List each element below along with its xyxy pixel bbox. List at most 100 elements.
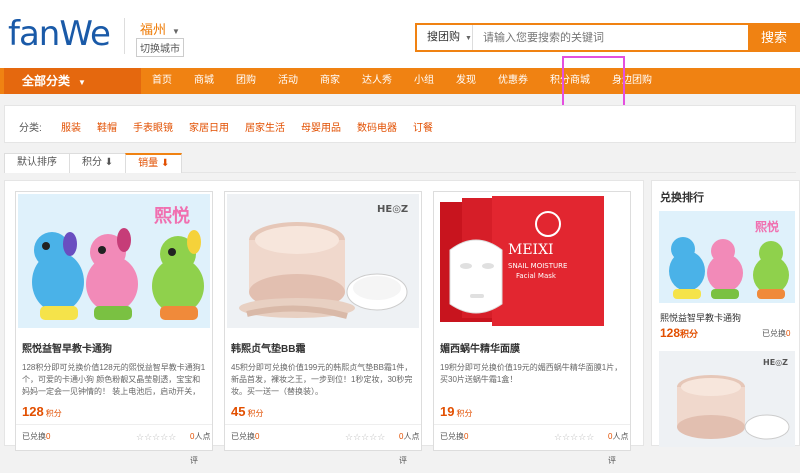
category-label: 分类: [19,123,42,134]
svg-text:HE◎Z: HE◎Z [377,204,408,215]
exchanged-count: 已兑换0 [231,425,259,449]
points-unit: 积分 [456,409,473,418]
svg-text:熙悦: 熙悦 [755,219,779,234]
city-selector[interactable]: 福州 ▼ [140,19,180,38]
category-items: 服装 鞋帽 手表眼镜 家居日用 居家生活 母婴用品 数码电器 订餐 [61,119,449,134]
product-image-toy-dogs[interactable]: 熙悦 [18,194,210,328]
search-type-label: 搜团购 [427,31,460,43]
product-image-face-mask[interactable]: MEIXI SNAIL MOISTURE Facial Mask [436,194,628,328]
svg-text:熙悦: 熙悦 [154,205,190,227]
review-count[interactable]: 0人点评 [190,425,212,473]
header: fanWe 福州 ▼ 切换城市 搜团购 ▼ 搜索 [0,0,800,68]
sort-bar: 默认排序 积分 ⬇ 销量 ⬇ [4,153,796,173]
sidebar-title: 兑换排行 [660,192,704,204]
nav-item-showcase[interactable]: 达人秀 [351,68,403,94]
rating-stars-icon: ☆☆☆☆☆ [136,432,177,442]
points-unit: 积分 [45,409,62,418]
nav-item-discover[interactable]: 发现 [445,68,487,94]
search-type-select[interactable]: 搜团购 ▼ [417,25,473,50]
product-name[interactable]: 媚西蜗牛精华面膜 [440,340,520,355]
sort-default-tab[interactable]: 默认排序 [4,153,70,173]
review-count[interactable]: 0人点评 [608,425,630,473]
nav-item-merchants[interactable]: 商家 [309,68,351,94]
review-label: 人点评 [399,432,420,465]
nav-item-mall[interactable]: 商城 [183,68,225,94]
all-categories-label: 全部分类 [22,74,71,88]
switch-city-button[interactable]: 切换城市 [136,38,184,57]
product-points: 128 积分 [22,404,62,419]
product-description: 45积分即可兑换价值199元的韩熙贞气垫BB霜1件，新品首发，裸妆之王，一步到位… [231,363,413,396]
rating-stars-icon: ☆☆☆☆☆ [554,432,595,442]
main-nav: 全部分类 ▼ 首页 商城 团购 活动 商家 达人秀 小组 发现 优惠券 积分商城 … [0,68,800,94]
exchange-ranking-sidebar: 兑换排行 熙悦 熙悦益智早教卡通狗 128积分 已兑换0 HE◎Z [651,180,800,447]
product-footer: 已兑换0 ☆☆☆☆☆ 0 人点评 [16,424,212,465]
category-household[interactable]: 家居日用 [189,119,229,134]
exchanged-value: 0 [464,432,469,441]
svg-text:Facial Mask: Facial Mask [516,272,557,280]
product-points: 19 积分 [440,404,472,419]
exchanged-label: 已兑换 [440,432,464,441]
category-digital[interactable]: 数码电器 [357,119,397,134]
all-categories-button[interactable]: 全部分类 ▼ [4,68,141,94]
product-grid: 熙悦 熙悦益智早教卡通狗 128积分即可兑换价值128元的熙悦益智早教卡通狗1个… [4,180,644,465]
svg-text:SNAIL MOISTURE: SNAIL MOISTURE [508,262,567,270]
search-bar: 搜团购 ▼ 搜索 [415,23,800,52]
exchanged-count: 已兑换0 [440,425,468,449]
category-food-order[interactable]: 订餐 [413,119,433,134]
product-card[interactable]: MEIXI SNAIL MOISTURE Facial Mask 媚西蜗牛精华面… [433,191,631,465]
category-mother-baby[interactable]: 母婴用品 [301,119,341,134]
category-home-living[interactable]: 居家生活 [245,119,285,134]
points-value: 19 [440,404,455,419]
points-unit: 积分 [247,409,264,418]
product-name[interactable]: 熙悦益智早教卡通狗 [22,340,112,355]
ranking-item-points: 128积分 [660,326,698,340]
sort-points-tab[interactable]: 积分 ⬇ [69,153,127,173]
rating-stars-icon: ☆☆☆☆☆ [345,432,386,442]
points-value: 128 [22,404,44,419]
ranking-image-bb-cushion[interactable]: HE◎Z [659,351,795,447]
exchanged-label: 已兑换 [231,432,255,441]
exchanged-label: 已兑换 [22,432,46,441]
product-description: 128积分即可兑换价值128元的熙悦益智早教卡通狗1个，可爱的卡通小狗 颜色粉靓… [22,363,206,396]
product-card[interactable]: HE◎Z 韩熙贞气垫BB霜 45积分即可兑换价值199元的韩熙贞气垫BB霜1件，… [224,191,422,465]
sort-sales-tab[interactable]: 销量 ⬇ [125,153,183,173]
caret-down-icon: ▼ [78,78,86,87]
category-watches-glasses[interactable]: 手表眼镜 [133,119,173,134]
exchanged-value: 0 [786,329,791,338]
fanwe-logo[interactable]: fanWe [8,14,111,54]
points-unit: 积分 [680,329,699,339]
svg-text:HE◎Z: HE◎Z [763,358,788,367]
points-mall-highlight-box [562,56,625,110]
points-value: 128 [660,326,681,340]
nav-item-coupons[interactable]: 优惠券 [487,68,539,94]
nav-item-events[interactable]: 活动 [267,68,309,94]
nav-item-group-buy[interactable]: 团购 [225,68,267,94]
logo-separator [124,18,125,54]
review-label: 人点评 [608,432,629,465]
product-image-bb-cushion[interactable]: HE◎Z [227,194,419,328]
product-name[interactable]: 韩熙贞气垫BB霜 [231,340,305,355]
caret-down-icon: ▼ [172,27,180,36]
city-name: 福州 [140,22,167,37]
category-filter-bar: 分类: 服装 鞋帽 手表眼镜 家居日用 居家生活 母婴用品 数码电器 订餐 [4,105,796,143]
ranking-image-toy-dogs[interactable]: 熙悦 [659,211,795,303]
product-points: 45 积分 [231,404,263,419]
search-input[interactable] [477,25,747,50]
product-footer: 已兑换0 ☆☆☆☆☆ 0 人点评 [434,424,630,465]
caret-down-icon: ▼ [465,35,472,42]
category-shoes-hats[interactable]: 鞋帽 [97,119,117,134]
points-value: 45 [231,404,246,419]
product-card[interactable]: 熙悦 熙悦益智早教卡通狗 128积分即可兑换价值128元的熙悦益智早教卡通狗1个… [15,191,213,465]
nav-item-home[interactable]: 首页 [141,68,183,94]
ranking-item-name[interactable]: 熙悦益智早教卡通狗 [660,311,741,324]
exchanged-count: 已兑换0 [22,425,50,449]
exchanged-value: 0 [255,432,260,441]
review-label: 人点评 [190,432,211,465]
review-count[interactable]: 0人点评 [399,425,421,473]
svg-text:MEIXI: MEIXI [508,242,554,258]
product-description: 19积分即可兑换价值19元的媚西蜗牛精华面膜1片，买30片送蜗牛霜1盒！ [440,363,623,384]
search-button[interactable]: 搜索 [748,23,800,52]
product-footer: 已兑换0 ☆☆☆☆☆ 0 人点评 [225,424,421,465]
nav-item-groups[interactable]: 小组 [403,68,445,94]
category-clothing[interactable]: 服装 [61,119,81,134]
